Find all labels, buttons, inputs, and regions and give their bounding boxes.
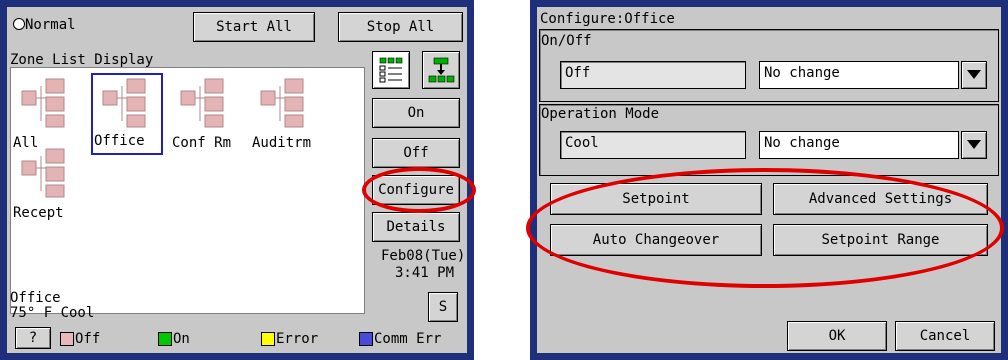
list-view-button[interactable]: [372, 51, 410, 89]
help-button[interactable]: ?: [15, 327, 51, 349]
zone-group-icon: [21, 148, 65, 198]
zone-group-icon: [21, 78, 65, 128]
date-display: Feb08(Tue): [381, 248, 466, 264]
on-button[interactable]: On: [372, 98, 460, 128]
on-swatch: [158, 332, 172, 346]
configure-highlight-ring: [362, 167, 476, 213]
chevron-down-icon: [967, 70, 981, 79]
status-temp-mode: 75° F Cool: [10, 305, 95, 321]
legend-on-label: On: [173, 331, 190, 347]
zone-label: Auditrm: [252, 135, 312, 151]
time-display: 3:41 PM: [395, 265, 455, 281]
zone-label: Office: [94, 133, 145, 149]
onoff-current-value: Off: [560, 61, 746, 89]
onoff-select[interactable]: No change: [759, 61, 959, 89]
onoff-group-label: On/Off: [541, 33, 592, 49]
onoff-dropdown-button[interactable]: [961, 61, 987, 89]
zone-list-title: Zone List Display: [10, 52, 154, 68]
list-view-icon: [379, 57, 403, 83]
zone-label: Conf Rm: [172, 135, 232, 151]
opmode-dropdown-button[interactable]: [961, 131, 987, 159]
configure-title: Configure:Office: [540, 11, 675, 27]
s-button[interactable]: S: [428, 292, 458, 322]
legend-comm-err: Comm Err: [359, 331, 441, 347]
error-swatch: [261, 332, 275, 346]
tree-view-icon: [428, 57, 455, 83]
zone-recept[interactable]: Recept: [12, 143, 80, 227]
normal-mode-label: Normal: [25, 17, 76, 33]
stop-all-button[interactable]: Stop All: [338, 12, 463, 42]
opmode-select[interactable]: No change: [759, 131, 959, 159]
cancel-button[interactable]: Cancel: [895, 321, 995, 351]
zone-group-icon: [180, 78, 224, 128]
legend-on: On: [158, 331, 190, 347]
radio-icon: [13, 18, 25, 30]
zone-group-icon: [260, 78, 304, 128]
legend-error: Error: [261, 331, 318, 347]
comm-err-swatch: [359, 332, 373, 346]
status-zone-name: Office: [10, 290, 61, 306]
start-all-button[interactable]: Start All: [193, 12, 315, 42]
legend-off: Off: [60, 331, 100, 347]
details-button[interactable]: Details: [372, 212, 460, 242]
chevron-down-icon: [967, 140, 981, 149]
zone-label: Recept: [13, 205, 64, 221]
normal-mode-radio[interactable]: Normal: [13, 17, 76, 33]
opmode-current-value: Cool: [560, 131, 746, 159]
opmode-group-label: Operation Mode: [541, 106, 660, 122]
tree-view-button[interactable]: [422, 51, 460, 89]
off-button[interactable]: Off: [372, 138, 460, 168]
zone-conf-rm[interactable]: Conf Rm: [171, 73, 239, 157]
actions-highlight-ring: [526, 168, 1004, 288]
legend-off-label: Off: [75, 331, 101, 347]
legend-comm-err-label: Comm Err: [374, 331, 442, 347]
off-swatch: [60, 332, 74, 346]
legend-error-label: Error: [276, 331, 319, 347]
zone-auditrm[interactable]: Auditrm: [251, 73, 319, 157]
zone-office-selected[interactable]: Office: [91, 73, 163, 155]
zone-group-icon: [102, 78, 146, 128]
ok-button[interactable]: OK: [787, 321, 887, 351]
